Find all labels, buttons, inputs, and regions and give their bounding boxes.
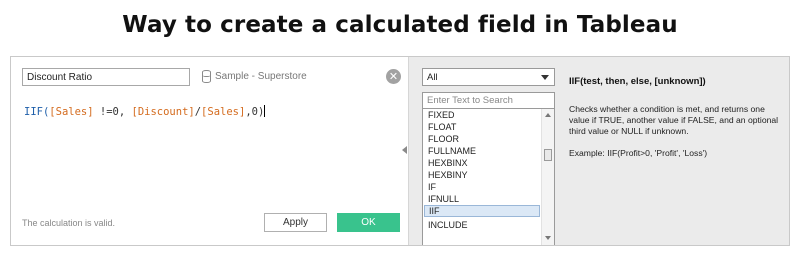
formula-editor[interactable]: IIF([Sales] !=0, [Discount]/[Sales],0)	[24, 105, 266, 118]
function-item[interactable]: HEXBINY	[424, 169, 540, 181]
scroll-up-icon[interactable]	[545, 113, 551, 117]
chevron-down-icon	[541, 75, 549, 80]
formula-operator: !=0,	[93, 106, 132, 118]
formula-field-sales-2: [Sales]	[201, 106, 246, 118]
formula-function: IIF(	[24, 106, 50, 118]
function-item[interactable]: IFNULL	[424, 193, 540, 205]
function-search-input[interactable]: Enter Text to Search	[422, 92, 555, 109]
function-item[interactable]: IF	[424, 181, 540, 193]
function-item[interactable]: FLOAT	[424, 121, 540, 133]
calculation-name-input[interactable]: Discount Ratio	[22, 68, 190, 86]
collapse-panel-icon[interactable]	[402, 146, 407, 154]
function-item[interactable]: FLOOR	[424, 133, 540, 145]
calculation-editor-pane: Discount Ratio Sample - Superstore ✕ IIF…	[11, 57, 409, 245]
validation-status: The calculation is valid.	[22, 218, 116, 228]
function-help-panel: IIF(test, then, else, [unknown]) Checks …	[569, 76, 781, 158]
function-item[interactable]: HEXBINX	[424, 157, 540, 169]
scroll-thumb[interactable]	[544, 149, 552, 161]
formula-field-discount: [Discount]	[131, 106, 195, 118]
close-icon[interactable]: ✕	[386, 69, 401, 84]
function-category-select[interactable]: All	[422, 68, 555, 86]
formula-end: ,0)	[245, 106, 265, 118]
function-item[interactable]: FIXED	[424, 109, 540, 121]
calculated-field-dialog: Discount Ratio Sample - Superstore ✕ IIF…	[10, 56, 790, 246]
text-cursor	[264, 105, 266, 117]
formula-field-sales: [Sales]	[49, 106, 94, 118]
category-value: All	[427, 72, 438, 83]
function-list-pane: All Enter Text to Search FIXED FLOAT FLO…	[422, 68, 556, 245]
function-item[interactable]: INCLUDE	[424, 219, 540, 231]
scroll-down-icon[interactable]	[545, 236, 551, 240]
function-list[interactable]: FIXED FLOAT FLOOR FULLNAME HEXBINX HEXBI…	[422, 108, 555, 245]
function-signature: IIF(test, then, else, [unknown])	[569, 76, 706, 87]
function-item-selected[interactable]: IIF	[424, 205, 540, 217]
function-list-scrollbar[interactable]	[541, 109, 554, 245]
function-example: Example: IIF(Profit>0, 'Profit', 'Loss')	[569, 148, 708, 158]
page-headline: Way to create a calculated field in Tabl…	[122, 12, 678, 38]
datasource-label: Sample - Superstore	[215, 71, 307, 82]
function-description: Checks whether a condition is met, and r…	[569, 104, 779, 136]
datasource-icon	[202, 70, 211, 83]
ok-button[interactable]: OK	[337, 213, 400, 232]
apply-button[interactable]: Apply	[264, 213, 327, 232]
function-item[interactable]: FULLNAME	[424, 145, 540, 157]
